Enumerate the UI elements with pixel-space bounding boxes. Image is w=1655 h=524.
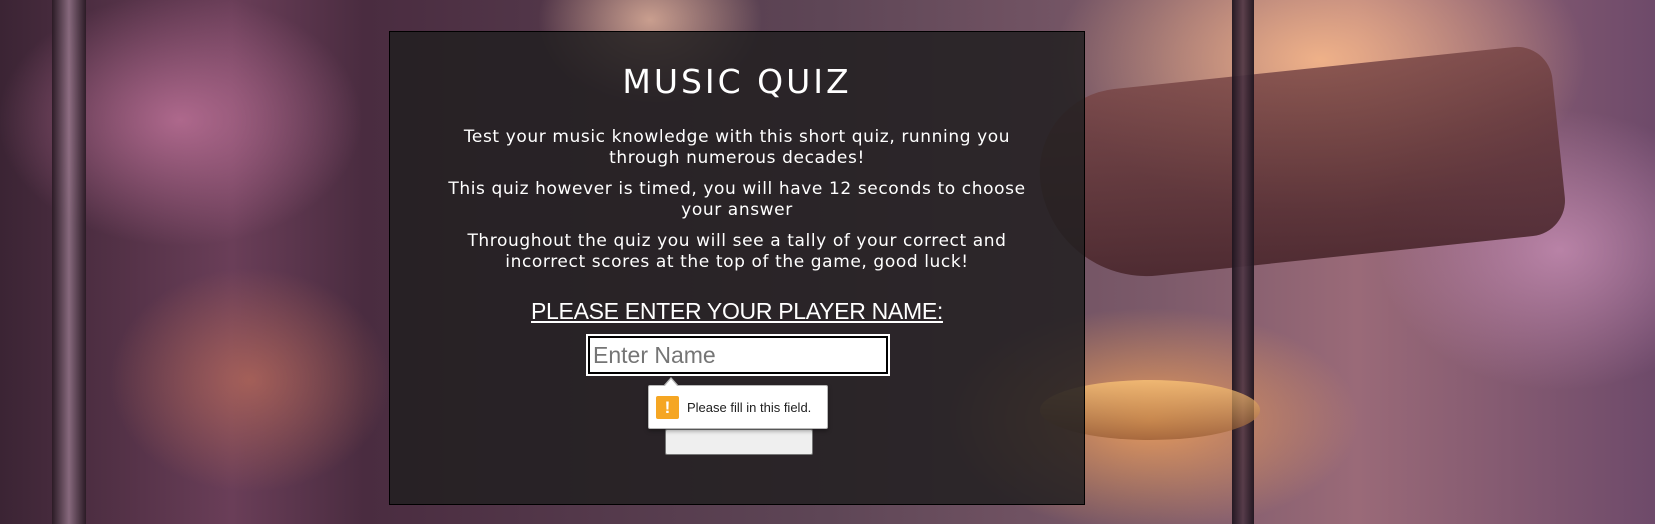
- submit-button[interactable]: [665, 429, 813, 455]
- player-name-label: PLEASE ENTER YOUR PLAYER NAME:: [531, 298, 943, 324]
- drummer-arm: [1031, 43, 1569, 287]
- intro-paragraph: Test your music knowledge with this shor…: [463, 127, 1011, 168]
- intro-text: Test your music knowledge with this shor…: [430, 127, 1044, 283]
- player-name-input[interactable]: [586, 334, 890, 376]
- exclamation-icon: !: [656, 395, 679, 419]
- quiz-intro-panel: MUSIC QUIZ Test your music knowledge wit…: [389, 31, 1085, 505]
- validation-message: Please fill in this field.: [687, 399, 812, 415]
- intro-paragraph: This quiz however is timed, you will hav…: [448, 179, 1026, 220]
- page-title: MUSIC QUIZ: [622, 62, 852, 101]
- drum-stick: [1232, 0, 1254, 524]
- cymbal-stand: [52, 0, 86, 524]
- intro-paragraph: Throughout the quiz you will see a tally…: [467, 231, 1007, 272]
- validation-tooltip: ! Please fill in this field.: [648, 377, 828, 429]
